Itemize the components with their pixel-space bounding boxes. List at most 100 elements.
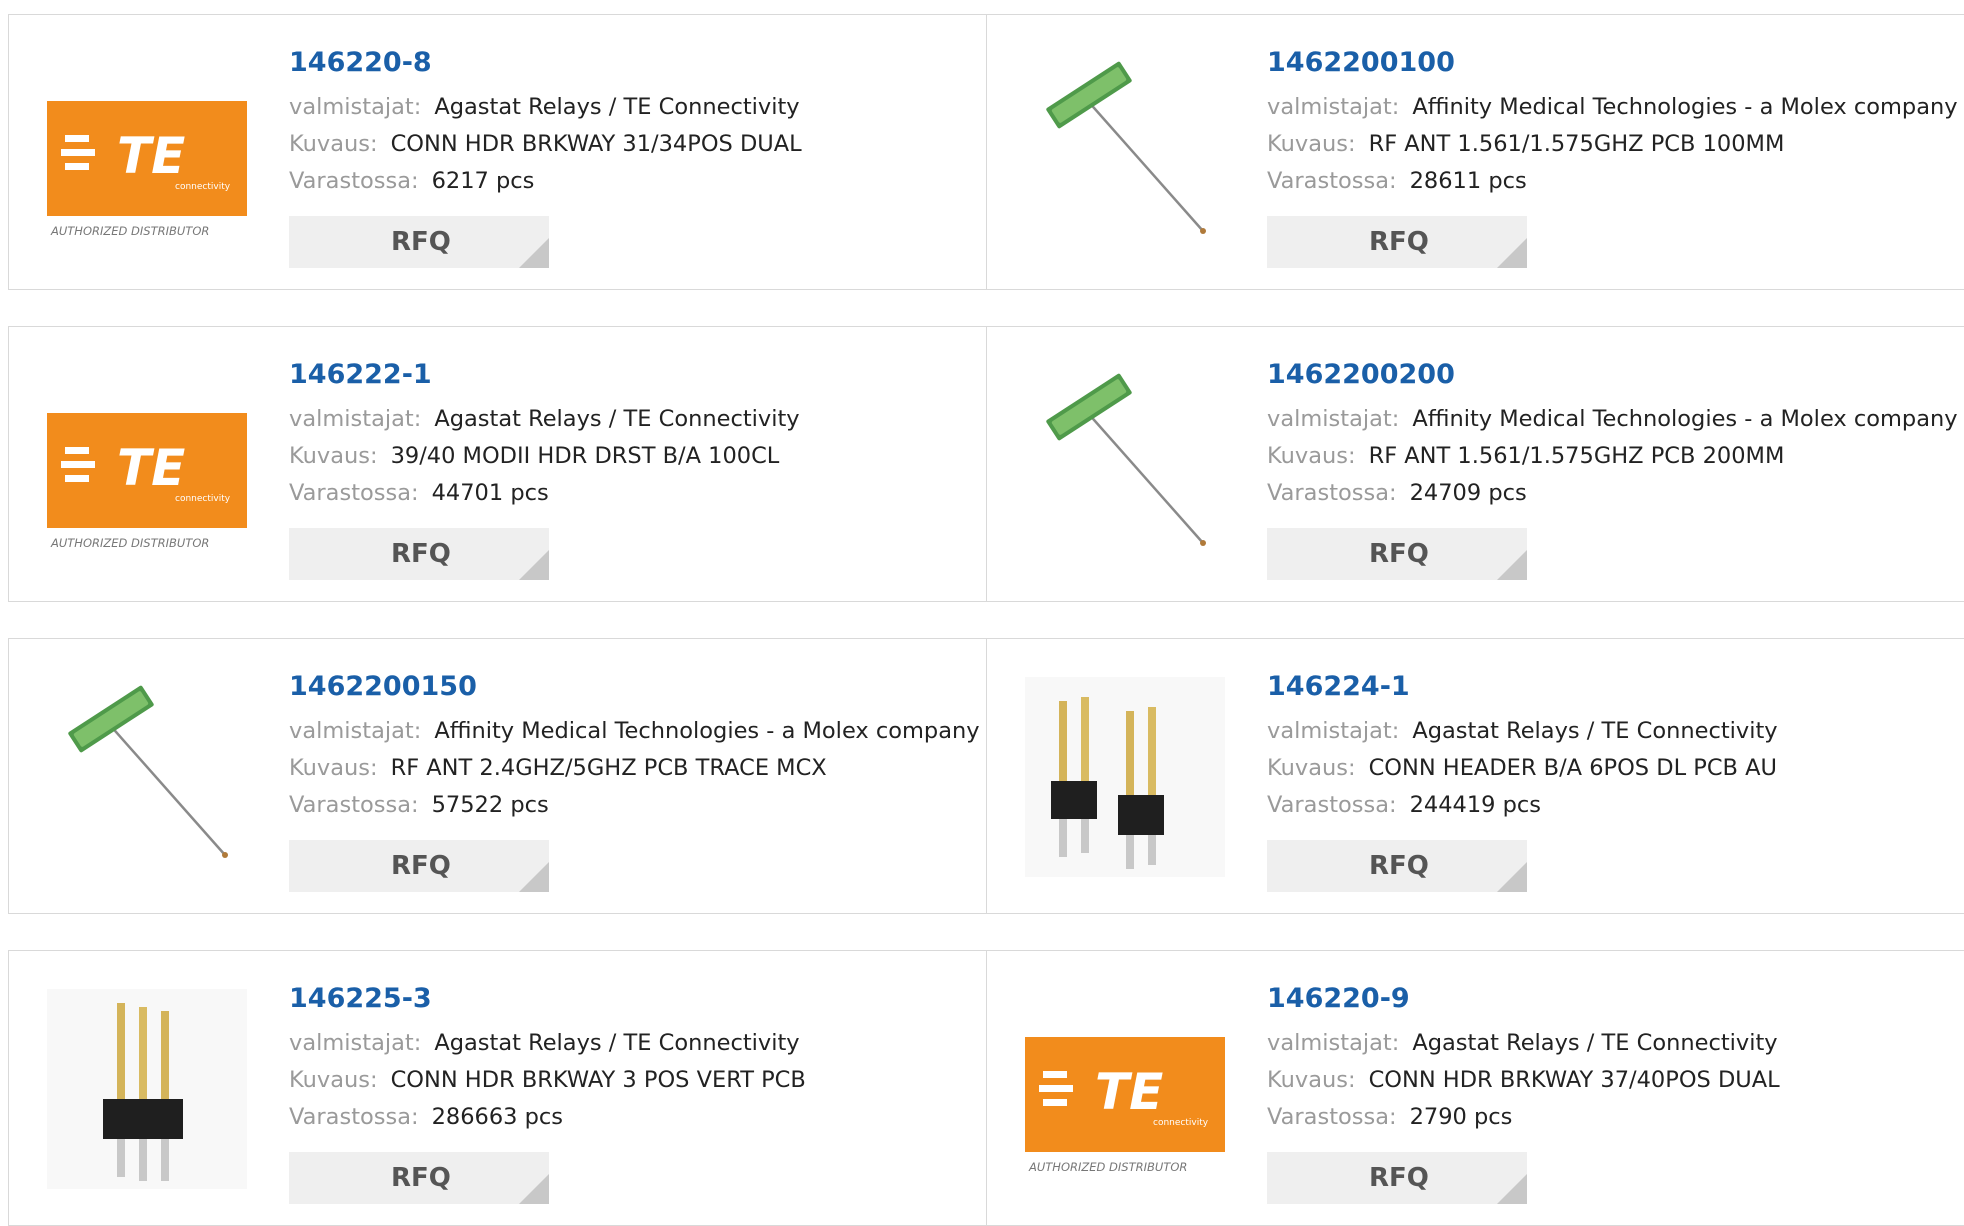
- antenna-image[interactable]: [1025, 53, 1225, 253]
- description-row: Kuvaus: RF ANT 2.4GHZ/5GHZ PCB TRACE MCX: [289, 750, 986, 787]
- stock-row: Varastossa: 28611 pcs: [1267, 163, 1964, 200]
- rfq-button[interactable]: RFQ: [289, 528, 549, 580]
- corner-triangle-icon: [519, 1174, 549, 1204]
- pin-header-6pos-image[interactable]: [1025, 677, 1225, 877]
- product-card: 1462200200 valmistajat: Affinity Medical …: [986, 326, 1964, 602]
- svg-text:connectivity: connectivity: [175, 494, 231, 504]
- manufacturer-label: valmistajat:: [1267, 406, 1400, 432]
- rfq-button[interactable]: RFQ: [289, 840, 549, 892]
- part-number-link[interactable]: 1462200200: [1267, 357, 1964, 393]
- description-label: Kuvaus:: [1267, 755, 1356, 781]
- rfq-label: RFQ: [1369, 1163, 1429, 1193]
- svg-text:AUTHORIZED DISTRIBUTOR: AUTHORIZED DISTRIBUTOR: [50, 224, 209, 238]
- stock-row: Varastossa: 44701 pcs: [289, 475, 986, 512]
- manufacturer-value: Affinity Medical Technologies - a Molex …: [434, 718, 980, 744]
- part-number-link[interactable]: 1462200150: [289, 669, 986, 705]
- rfq-button[interactable]: RFQ: [1267, 216, 1527, 268]
- stock-value: 44701 pcs: [431, 480, 549, 506]
- description-value: 39/40 MODII HDR DRST B/A 100CL: [390, 443, 780, 469]
- corner-triangle-icon: [519, 238, 549, 268]
- stock-value: 57522 pcs: [431, 792, 549, 818]
- antenna-image[interactable]: [1025, 365, 1225, 565]
- description-row: Kuvaus: RF ANT 1.561/1.575GHZ PCB 100MM: [1267, 126, 1964, 163]
- te-logo-image[interactable]: TE connectivity AUTHORIZED DISTRIBUTOR: [47, 53, 247, 253]
- manufacturer-label: valmistajat:: [289, 718, 422, 744]
- rfq-button[interactable]: RFQ: [1267, 840, 1527, 892]
- manufacturer-value: Affinity Medical Technologies - a Molex …: [1412, 406, 1958, 432]
- description-row: Kuvaus: CONN HEADER B/A 6POS DL PCB AU: [1267, 750, 1964, 787]
- stock-label: Varastossa:: [289, 1104, 419, 1130]
- manufacturer-row: valmistajat: Agastat Relays / TE Connecti…: [1267, 1025, 1964, 1062]
- svg-text:connectivity: connectivity: [175, 182, 231, 192]
- description-row: Kuvaus: RF ANT 1.561/1.575GHZ PCB 200MM: [1267, 438, 1964, 475]
- svg-text:TE: TE: [1095, 1063, 1163, 1121]
- manufacturer-label: valmistajat:: [1267, 718, 1400, 744]
- description-value: CONN HDR BRKWAY 31/34POS DUAL: [390, 131, 802, 157]
- description-value: RF ANT 1.561/1.575GHZ PCB 200MM: [1368, 443, 1785, 469]
- product-card: TE connectivity AUTHORIZED DISTRIBUTOR 1…: [8, 326, 987, 602]
- manufacturer-row: valmistajat: Affinity Medical Technologie…: [1267, 401, 1964, 438]
- stock-value: 28611 pcs: [1409, 168, 1527, 194]
- product-card: 1462200100 valmistajat: Affinity Medical …: [986, 14, 1964, 290]
- description-value: CONN HEADER B/A 6POS DL PCB AU: [1368, 755, 1777, 781]
- description-row: Kuvaus: CONN HDR BRKWAY 31/34POS DUAL: [289, 126, 986, 163]
- rfq-button[interactable]: RFQ: [289, 216, 549, 268]
- stock-row: Varastossa: 57522 pcs: [289, 787, 986, 824]
- product-card: 146224-1 valmistajat: Agastat Relays / TE…: [986, 638, 1964, 914]
- rfq-label: RFQ: [1369, 851, 1429, 881]
- manufacturer-value: Agastat Relays / TE Connectivity: [434, 94, 800, 120]
- rfq-label: RFQ: [391, 1163, 451, 1193]
- corner-triangle-icon: [1497, 238, 1527, 268]
- antenna-image[interactable]: [47, 677, 247, 877]
- stock-label: Varastossa:: [289, 480, 419, 506]
- te-logo-image[interactable]: TE connectivity AUTHORIZED DISTRIBUTOR: [47, 365, 247, 565]
- manufacturer-label: valmistajat:: [1267, 1030, 1400, 1056]
- stock-row: Varastossa: 244419 pcs: [1267, 787, 1964, 824]
- part-number-link[interactable]: 146222-1: [289, 357, 986, 393]
- description-value: RF ANT 1.561/1.575GHZ PCB 100MM: [1368, 131, 1785, 157]
- manufacturer-row: valmistajat: Agastat Relays / TE Connecti…: [1267, 713, 1964, 750]
- svg-text:connectivity: connectivity: [1153, 1118, 1209, 1128]
- stock-label: Varastossa:: [1267, 1104, 1397, 1130]
- stock-row: Varastossa: 6217 pcs: [289, 163, 986, 200]
- stock-label: Varastossa:: [289, 168, 419, 194]
- description-label: Kuvaus:: [1267, 1067, 1356, 1093]
- part-number-link[interactable]: 146225-3: [289, 981, 986, 1017]
- manufacturer-value: Agastat Relays / TE Connectivity: [434, 406, 800, 432]
- part-number-link[interactable]: 146220-9: [1267, 981, 1964, 1017]
- stock-label: Varastossa:: [1267, 168, 1397, 194]
- product-card: TE connectivity AUTHORIZED DISTRIBUTOR 1…: [8, 14, 987, 290]
- description-label: Kuvaus:: [289, 443, 378, 469]
- corner-triangle-icon: [1497, 1174, 1527, 1204]
- svg-text:AUTHORIZED DISTRIBUTOR: AUTHORIZED DISTRIBUTOR: [50, 536, 209, 550]
- part-number-link[interactable]: 146224-1: [1267, 669, 1964, 705]
- manufacturer-label: valmistajat:: [289, 406, 422, 432]
- description-value: CONN HDR BRKWAY 3 POS VERT PCB: [390, 1067, 806, 1093]
- stock-label: Varastossa:: [1267, 480, 1397, 506]
- part-number-link[interactable]: 1462200100: [1267, 45, 1964, 81]
- te-logo-image[interactable]: TE connectivity AUTHORIZED DISTRIBUTOR: [1025, 989, 1225, 1189]
- product-card: 1462200150 valmistajat: Affinity Medical …: [8, 638, 987, 914]
- corner-triangle-icon: [519, 862, 549, 892]
- manufacturer-value: Agastat Relays / TE Connectivity: [1412, 718, 1778, 744]
- description-row: Kuvaus: 39/40 MODII HDR DRST B/A 100CL: [289, 438, 986, 475]
- rfq-label: RFQ: [391, 851, 451, 881]
- manufacturer-value: Agastat Relays / TE Connectivity: [1412, 1030, 1778, 1056]
- rfq-button[interactable]: RFQ: [289, 1152, 549, 1204]
- manufacturer-label: valmistajat:: [289, 94, 422, 120]
- rfq-label: RFQ: [391, 539, 451, 569]
- product-card: 146225-3 valmistajat: Agastat Relays / TE…: [8, 950, 987, 1226]
- stock-row: Varastossa: 2790 pcs: [1267, 1099, 1964, 1136]
- rfq-button[interactable]: RFQ: [1267, 528, 1527, 580]
- product-card: TE connectivity AUTHORIZED DISTRIBUTOR 1…: [986, 950, 1964, 1226]
- description-label: Kuvaus:: [289, 1067, 378, 1093]
- stock-value: 24709 pcs: [1409, 480, 1527, 506]
- svg-text:AUTHORIZED DISTRIBUTOR: AUTHORIZED DISTRIBUTOR: [1028, 1160, 1187, 1174]
- rfq-button[interactable]: RFQ: [1267, 1152, 1527, 1204]
- description-label: Kuvaus:: [1267, 443, 1356, 469]
- part-number-link[interactable]: 146220-8: [289, 45, 986, 81]
- pin-header-3pos-image[interactable]: [47, 989, 247, 1189]
- manufacturer-value: Affinity Medical Technologies - a Molex …: [1412, 94, 1958, 120]
- description-row: Kuvaus: CONN HDR BRKWAY 3 POS VERT PCB: [289, 1062, 986, 1099]
- description-label: Kuvaus:: [289, 131, 378, 157]
